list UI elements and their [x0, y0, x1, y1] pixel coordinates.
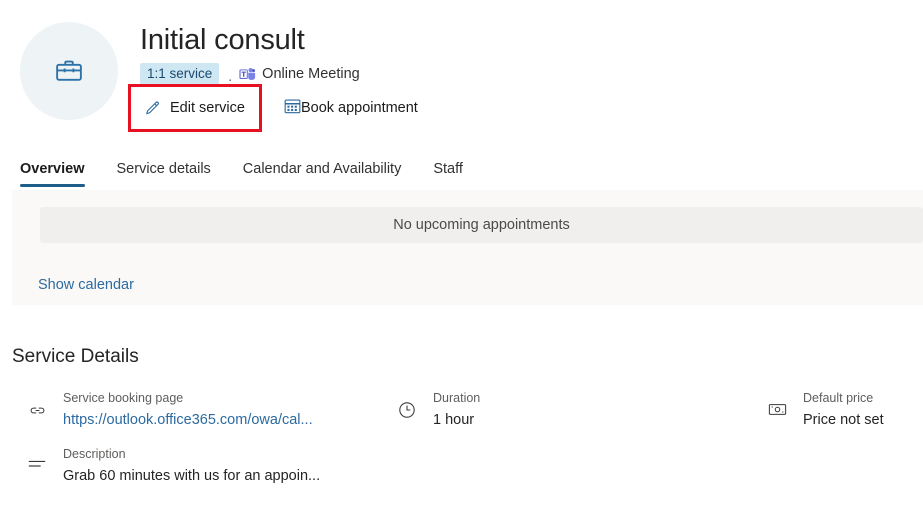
no-appointments-message: No upcoming appointments: [40, 207, 923, 243]
detail-value: Grab 60 minutes with us for an appoin...: [63, 468, 321, 484]
service-details-heading: Service Details: [12, 346, 139, 367]
detail-default-price: Default price Price not set: [762, 390, 884, 431]
page-header: Initial consult 1:1 service . Online Mee…: [0, 0, 923, 132]
money-icon: [762, 390, 792, 418]
show-calendar-link[interactable]: Show calendar: [38, 277, 134, 293]
briefcase-icon: [54, 56, 84, 86]
tab-staff[interactable]: Staff: [433, 161, 463, 187]
status-badge: 1:1 service: [140, 63, 220, 85]
detail-text: Service booking page https://outlook.off…: [63, 390, 313, 431]
meeting-type: Online Meeting: [239, 66, 360, 82]
book-appointment-label: Book appointment: [300, 100, 418, 116]
detail-label: Service booking page: [63, 391, 184, 405]
book-appointment-button[interactable]: Book appointment: [284, 93, 418, 123]
header-main: Initial consult 1:1 service . Online Mee…: [128, 18, 418, 132]
detail-label: Duration: [433, 391, 481, 405]
detail-label: Default price: [803, 391, 874, 405]
meeting-type-label: Online Meeting: [262, 66, 360, 82]
link-icon: [22, 390, 52, 420]
calendar-icon: [284, 98, 301, 119]
meta-separator: .: [228, 67, 233, 84]
tab-service-details[interactable]: Service details: [117, 161, 211, 187]
avatar: [20, 22, 118, 120]
detail-duration: Duration 1 hour: [392, 390, 480, 431]
teams-icon: [239, 67, 256, 82]
detail-service-booking-page: Service booking page https://outlook.off…: [22, 390, 313, 431]
edit-service-highlight: Edit service: [128, 84, 262, 132]
edit-service-button[interactable]: Edit service: [143, 93, 245, 123]
clock-icon: [392, 390, 422, 419]
detail-text: Default price Price not set: [803, 390, 884, 431]
detail-text: Description Grab 60 minutes with us for …: [63, 446, 320, 487]
pencil-icon: [143, 100, 161, 117]
detail-description: Description Grab 60 minutes with us for …: [22, 446, 320, 487]
upcoming-appointments-panel: No upcoming appointments Show calendar: [12, 190, 923, 305]
description-lines-icon: [22, 446, 52, 471]
detail-value[interactable]: https://outlook.office365.com/owa/cal...: [63, 409, 313, 431]
service-overview-page: Initial consult 1:1 service . Online Mee…: [0, 0, 923, 516]
detail-text: Duration 1 hour: [433, 390, 480, 431]
service-meta-row: 1:1 service . Online Meeting: [140, 63, 418, 85]
edit-service-label: Edit service: [170, 100, 245, 116]
detail-label: Description: [63, 447, 126, 461]
tab-overview[interactable]: Overview: [20, 161, 85, 187]
detail-value: 1 hour: [433, 412, 475, 428]
tab-bar: Overview Service details Calendar and Av…: [0, 149, 923, 187]
tab-calendar-and-availability[interactable]: Calendar and Availability: [243, 161, 402, 187]
page-title: Initial consult: [140, 24, 305, 56]
header-actions: Edit service Book appointment: [128, 84, 418, 132]
detail-value: Price not set: [803, 412, 884, 428]
